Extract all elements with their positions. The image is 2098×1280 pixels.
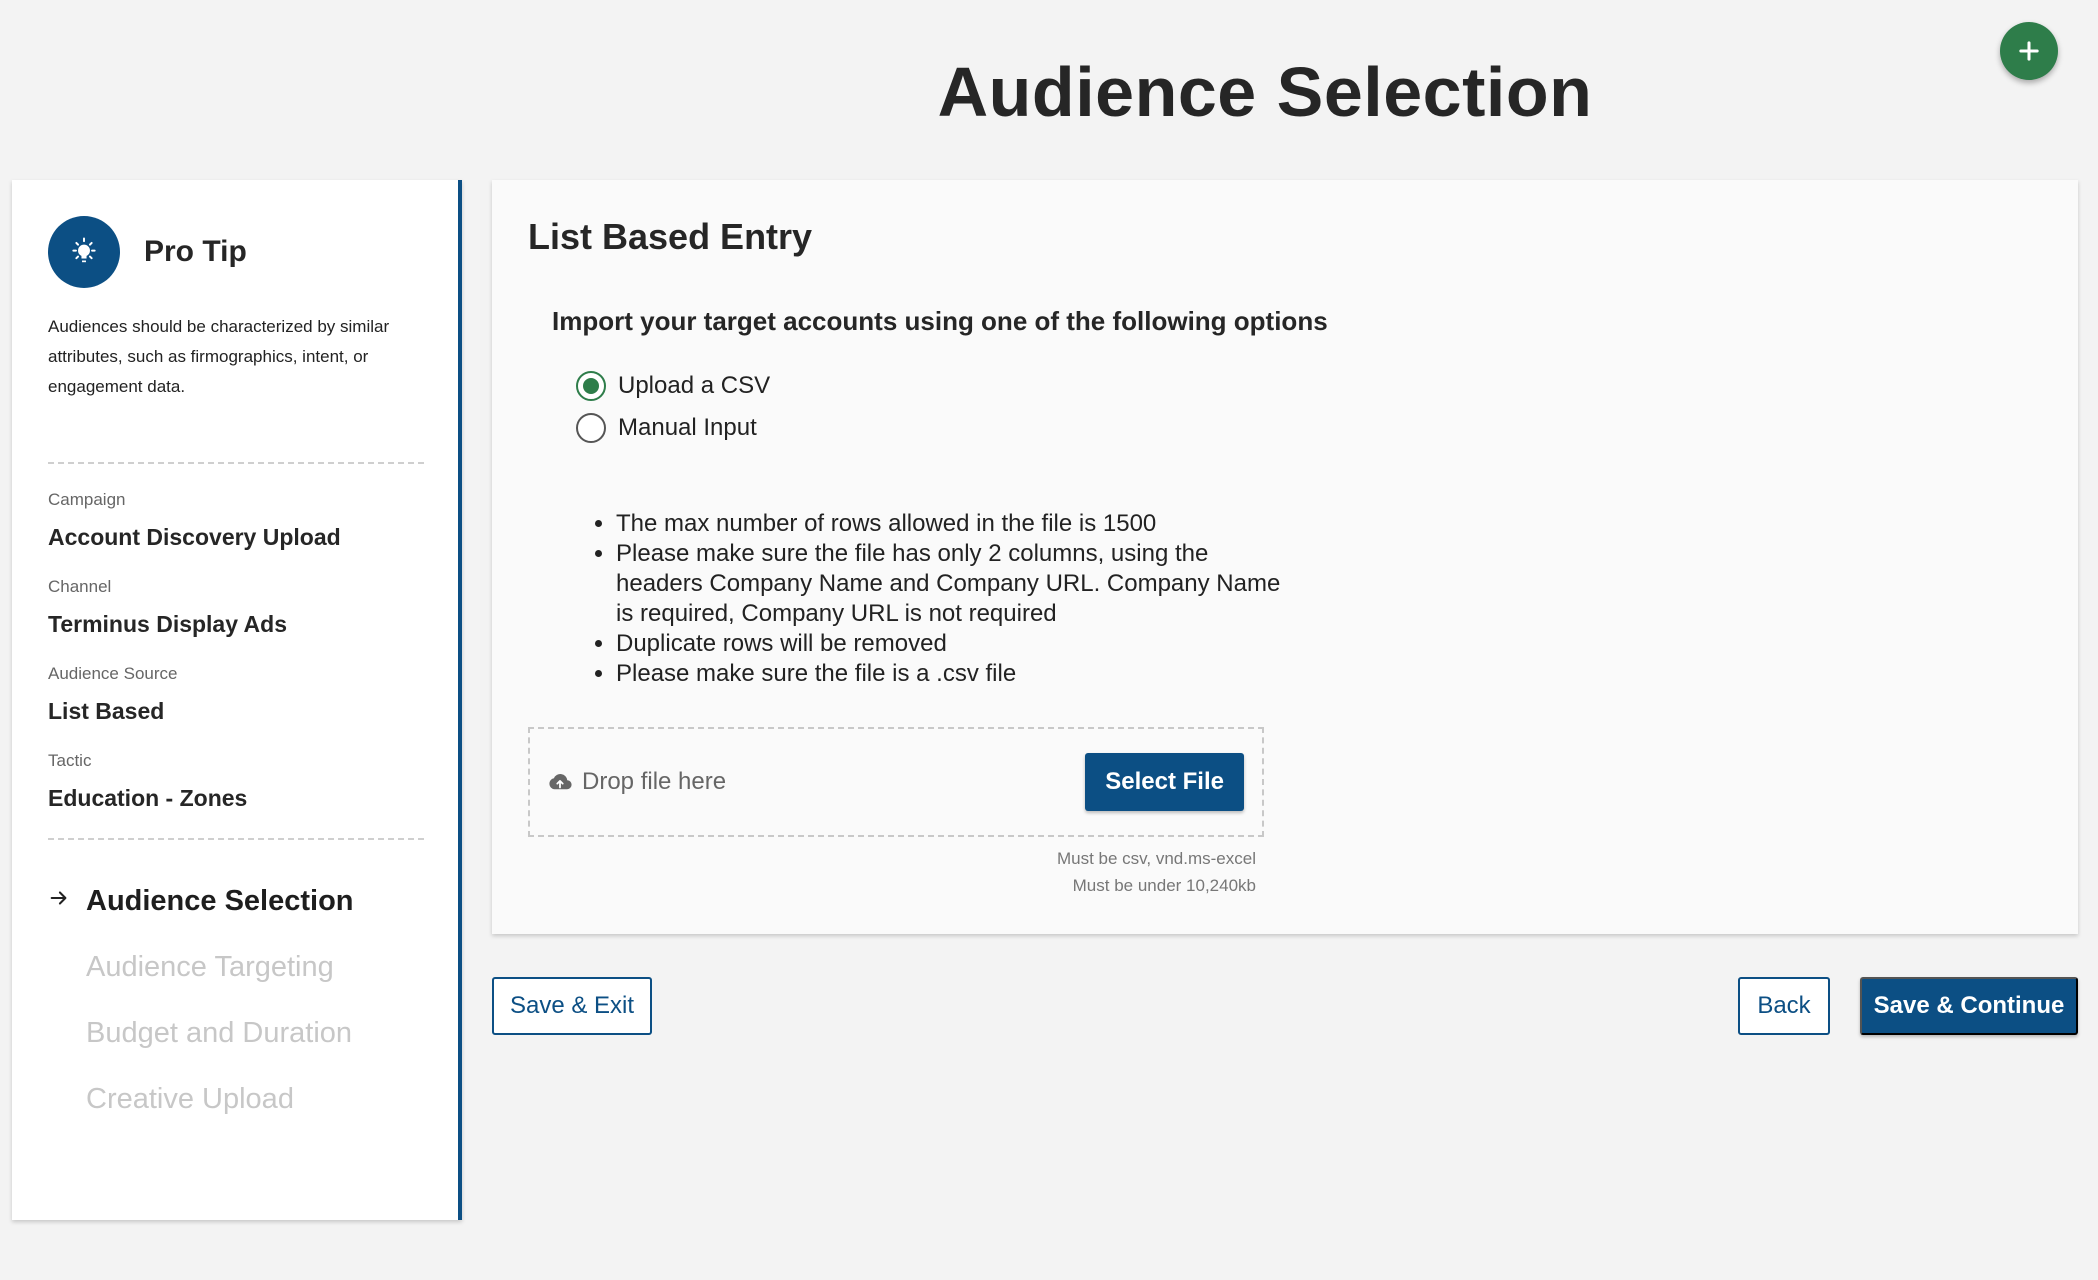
meta-value: Account Discovery Upload bbox=[48, 524, 341, 550]
save-continue-button[interactable]: Save & Continue bbox=[1860, 977, 2078, 1035]
meta-label: Channel bbox=[48, 577, 112, 596]
step-label: Creative Upload bbox=[86, 1082, 294, 1115]
pro-tip-body: Audiences should be characterized by sim… bbox=[48, 317, 390, 396]
rule-item: Please make sure the file is a .csv file bbox=[616, 659, 1288, 689]
step-label: Audience Selection bbox=[86, 884, 354, 917]
meta-value: Terminus Display Ads bbox=[48, 611, 288, 637]
meta-label: Tactic bbox=[48, 751, 92, 770]
meta-channel: Channel Terminus Display Ads bbox=[48, 577, 422, 638]
radio-checked-icon[interactable] bbox=[576, 371, 606, 401]
list-entry-card: List Based Entry Import your target acco… bbox=[492, 180, 2078, 934]
import-options: Upload a CSV Manual Input bbox=[576, 365, 2042, 449]
rule-item: Please make sure the file has only 2 col… bbox=[616, 539, 1288, 629]
option-label: Upload a CSV bbox=[618, 372, 771, 399]
import-title: Import your target accounts using one of… bbox=[552, 306, 1328, 336]
page: Audience Selection Pro Tip Audiences sho… bbox=[0, 0, 2098, 1280]
step-budget-and-duration[interactable]: Budget and Duration bbox=[48, 1000, 422, 1066]
hint-file-type: Must be csv, vnd.ms-excel bbox=[1056, 849, 1256, 868]
meta-value: Education - Zones bbox=[48, 785, 248, 811]
select-file-button[interactable]: Select File bbox=[1085, 753, 1244, 811]
plus-icon bbox=[2019, 41, 2039, 61]
campaign-summary: Campaign Account Discovery Upload Channe… bbox=[48, 490, 422, 812]
step-label: Budget and Duration bbox=[86, 1016, 353, 1049]
cloud-upload-icon bbox=[549, 774, 572, 790]
back-button[interactable]: Back bbox=[1738, 977, 1830, 1035]
dropzone-text: Drop file here bbox=[582, 768, 727, 795]
meta-campaign: Campaign Account Discovery Upload bbox=[48, 490, 422, 551]
pro-tip-header: Pro Tip bbox=[48, 216, 422, 288]
divider bbox=[48, 838, 424, 840]
save-exit-button[interactable]: Save & Exit bbox=[492, 977, 652, 1035]
add-button[interactable] bbox=[2000, 22, 2058, 80]
rule-item: Duplicate rows will be removed bbox=[616, 629, 1288, 659]
step-audience-selection[interactable]: Audience Selection bbox=[48, 868, 422, 934]
card-title: List Based Entry bbox=[528, 216, 813, 257]
lightbulb-icon bbox=[48, 216, 120, 288]
option-manual-input[interactable]: Manual Input bbox=[576, 407, 2042, 449]
pro-tip-title: Pro Tip bbox=[144, 235, 247, 268]
step-creative-upload[interactable]: Creative Upload bbox=[48, 1066, 422, 1132]
meta-label: Audience Source bbox=[48, 664, 178, 683]
divider bbox=[48, 462, 424, 464]
arrow-right-icon bbox=[48, 887, 86, 915]
upload-rules: The max number of rows allowed in the fi… bbox=[588, 509, 1288, 689]
hint-file-size: Must be under 10,240kb bbox=[1072, 876, 1256, 895]
option-label: Manual Input bbox=[618, 414, 757, 441]
page-title: Audience Selection bbox=[937, 53, 1593, 131]
file-dropzone[interactable]: Drop file here Select File bbox=[528, 727, 1264, 837]
sidebar: Pro Tip Audiences should be characterize… bbox=[12, 180, 462, 1220]
meta-label: Campaign bbox=[48, 490, 126, 509]
option-upload-csv[interactable]: Upload a CSV bbox=[576, 365, 2042, 407]
meta-tactic: Tactic Education - Zones bbox=[48, 751, 422, 812]
step-nav: Audience Selection Audience Targeting Bu… bbox=[48, 868, 422, 1132]
step-audience-targeting[interactable]: Audience Targeting bbox=[48, 934, 422, 1000]
meta-audience-source: Audience Source List Based bbox=[48, 664, 422, 725]
rule-item: The max number of rows allowed in the fi… bbox=[616, 509, 1288, 539]
step-label: Audience Targeting bbox=[86, 950, 334, 983]
file-hints: Must be csv, vnd.ms-excel Must be under … bbox=[528, 845, 1264, 899]
meta-value: List Based bbox=[48, 698, 165, 724]
radio-unchecked-icon[interactable] bbox=[576, 413, 606, 443]
